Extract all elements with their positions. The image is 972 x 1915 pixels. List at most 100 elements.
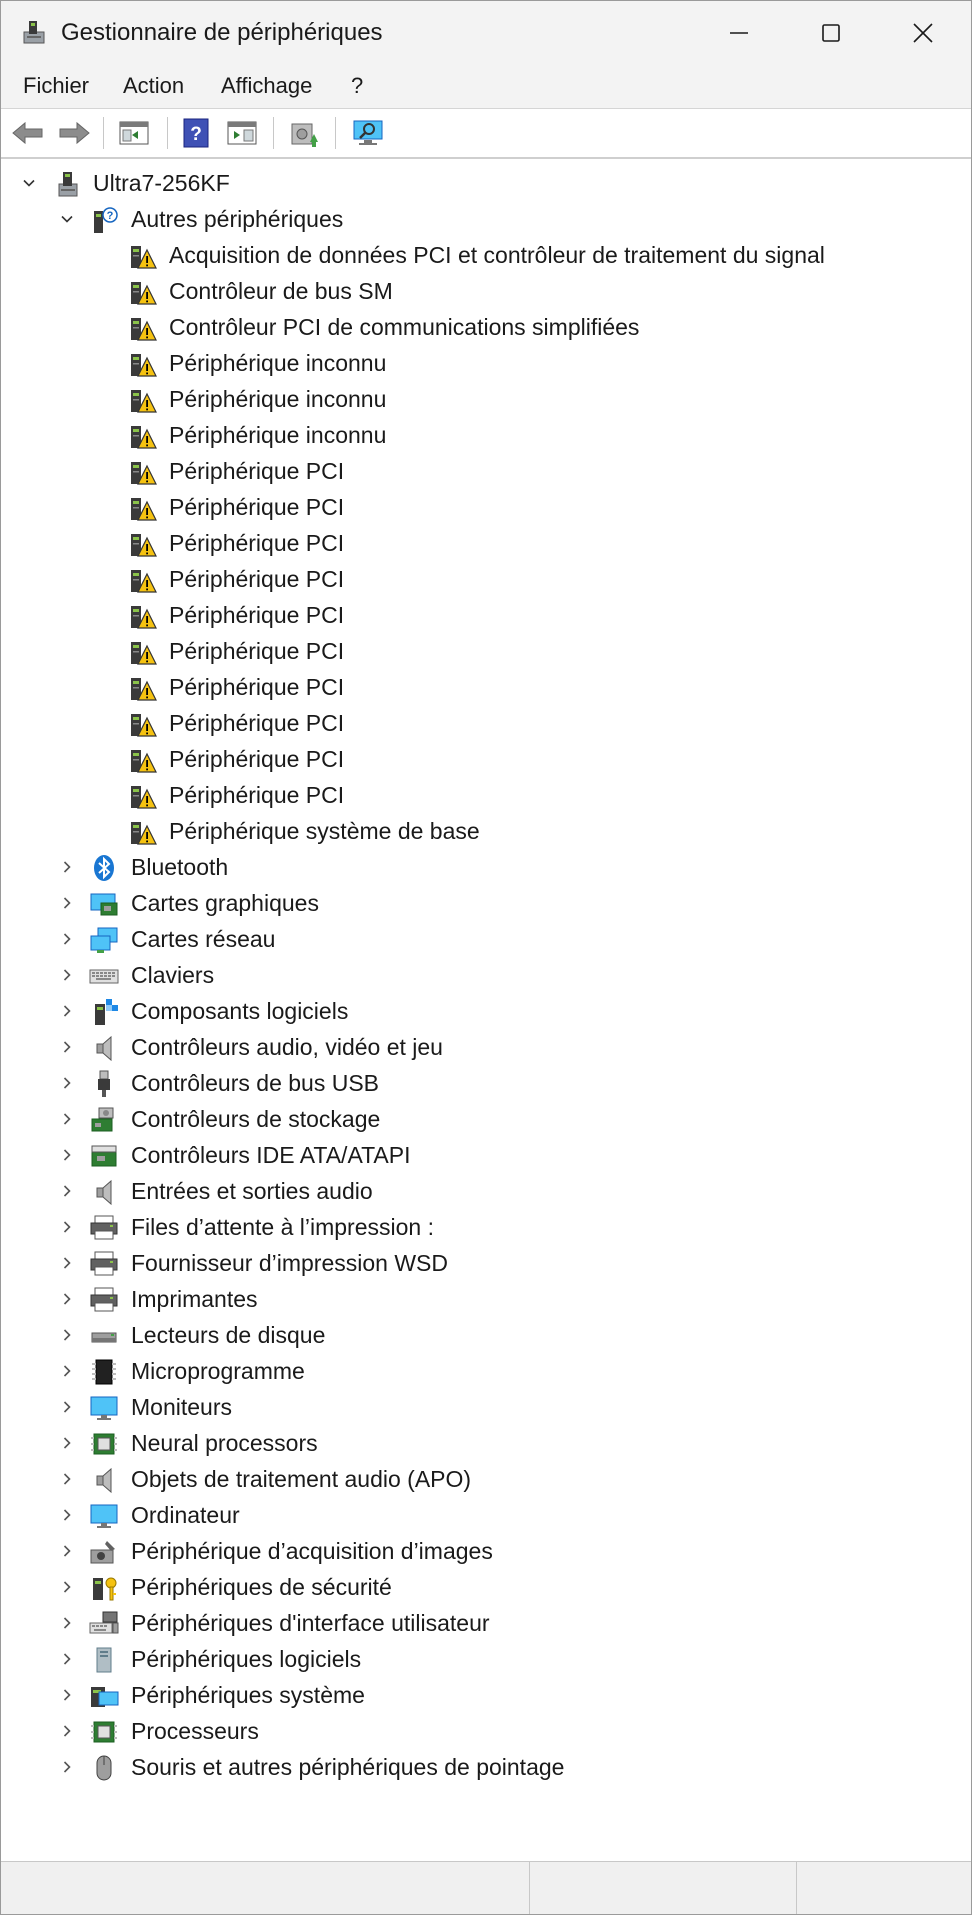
- expand-toggle[interactable]: [55, 927, 79, 951]
- tree-item-label: Souris et autres périphériques de pointa…: [131, 1754, 565, 1780]
- expand-toggle[interactable]: [55, 891, 79, 915]
- tree-category-item[interactable]: Périphériques système: [5, 1677, 965, 1713]
- tree-category-item[interactable]: Imprimantes: [5, 1281, 965, 1317]
- tree-device-item[interactable]: Acquisition de données PCI et contrôleur…: [5, 237, 965, 273]
- tree-device-item[interactable]: Périphérique inconnu: [5, 417, 965, 453]
- tree-category-item[interactable]: Contrôleurs IDE ATA/ATAPI: [5, 1137, 965, 1173]
- tree-category-item[interactable]: Contrôleurs de stockage: [5, 1101, 965, 1137]
- expand-toggle[interactable]: [55, 1467, 79, 1491]
- tree-category-item[interactable]: Bluetooth: [5, 849, 965, 885]
- tree-category-item[interactable]: Objets de traitement audio (APO): [5, 1461, 965, 1497]
- expand-toggle[interactable]: [55, 1107, 79, 1131]
- tree-category-item[interactable]: Files d’attente à l’impression :: [5, 1209, 965, 1245]
- expand-toggle[interactable]: [55, 1179, 79, 1203]
- tree-category-item[interactable]: Processeurs: [5, 1713, 965, 1749]
- update-driver-button[interactable]: [285, 117, 323, 149]
- expand-toggle[interactable]: [55, 1071, 79, 1095]
- tree-device-item[interactable]: Périphérique PCI: [5, 561, 965, 597]
- tree-category-item[interactable]: Ordinateur: [5, 1497, 965, 1533]
- tree-device-item[interactable]: Périphérique inconnu: [5, 345, 965, 381]
- expand-toggle[interactable]: [55, 207, 79, 231]
- tree-category-item[interactable]: Périphériques d'interface utilisateur: [5, 1605, 965, 1641]
- close-icon: [913, 22, 933, 43]
- tree-category-item[interactable]: Contrôleurs de bus USB: [5, 1065, 965, 1101]
- menu-fichier[interactable]: Fichier: [19, 73, 93, 99]
- expand-toggle[interactable]: [55, 1575, 79, 1599]
- tree-category-item[interactable]: Périphérique d’acquisition d’images: [5, 1533, 965, 1569]
- forward-button[interactable]: [55, 117, 93, 149]
- tree-category-item[interactable]: Lecteurs de disque: [5, 1317, 965, 1353]
- expand-toggle[interactable]: [55, 855, 79, 879]
- expand-toggle[interactable]: [55, 1503, 79, 1527]
- tree-device-item[interactable]: Périphérique PCI: [5, 489, 965, 525]
- chevron-down-icon: [23, 179, 35, 187]
- expand-toggle[interactable]: [55, 1647, 79, 1671]
- close-button[interactable]: [877, 1, 969, 64]
- expand-toggle[interactable]: [17, 171, 41, 195]
- maximize-button[interactable]: [785, 1, 877, 64]
- expand-toggle[interactable]: [55, 1395, 79, 1419]
- expand-toggle[interactable]: [55, 1359, 79, 1383]
- action-pane-button[interactable]: [223, 117, 261, 149]
- tree-device-item[interactable]: Périphérique PCI: [5, 633, 965, 669]
- menu-help[interactable]: ?: [347, 73, 367, 99]
- tree-category-item[interactable]: Entrées et sorties audio: [5, 1173, 965, 1209]
- menu-action[interactable]: Action: [119, 73, 188, 99]
- tree-category-item[interactable]: Microprogramme: [5, 1353, 965, 1389]
- menu-affichage[interactable]: Affichage: [217, 73, 316, 99]
- scan-hardware-button[interactable]: [349, 117, 387, 149]
- warning-device-icon: [131, 570, 157, 593]
- expand-toggle[interactable]: [55, 999, 79, 1023]
- expand-toggle[interactable]: [55, 1539, 79, 1563]
- expand-toggle[interactable]: [55, 1035, 79, 1059]
- expand-toggle[interactable]: [55, 963, 79, 987]
- toolbar-separator: [167, 117, 168, 149]
- expand-toggle[interactable]: [55, 1215, 79, 1239]
- tree-device-item[interactable]: Périphérique inconnu: [5, 381, 965, 417]
- help-button[interactable]: ?: [177, 117, 215, 149]
- chevron-right-icon: [63, 1509, 71, 1521]
- expand-toggle[interactable]: [55, 1287, 79, 1311]
- tree-category-item[interactable]: Souris et autres périphériques de pointa…: [5, 1749, 965, 1785]
- tree-root-item[interactable]: Ultra7-256KF: [5, 165, 965, 201]
- expand-toggle[interactable]: [55, 1755, 79, 1779]
- tree-device-item[interactable]: Périphérique PCI: [5, 597, 965, 633]
- show-hide-console-tree-button[interactable]: [115, 117, 153, 149]
- tree-category-item[interactable]: Claviers: [5, 957, 965, 993]
- minimize-button[interactable]: [693, 1, 785, 64]
- tree-device-item[interactable]: Périphérique PCI: [5, 453, 965, 489]
- chevron-right-icon: [63, 1401, 71, 1413]
- software-component-icon: [95, 999, 118, 1025]
- warning-device-icon: [131, 786, 157, 809]
- tree-category-item[interactable]: Cartes réseau: [5, 921, 965, 957]
- tree-category-item[interactable]: Contrôleurs audio, vidéo et jeu: [5, 1029, 965, 1065]
- expand-toggle[interactable]: [55, 1683, 79, 1707]
- tree-category-item[interactable]: Fournisseur d’impression WSD: [5, 1245, 965, 1281]
- tree-device-item[interactable]: Contrôleur de bus SM: [5, 273, 965, 309]
- tree-category-item[interactable]: Composants logiciels: [5, 993, 965, 1029]
- tree-item-label: Contrôleurs de bus USB: [131, 1070, 380, 1096]
- tree-device-item[interactable]: Périphérique système de base: [5, 813, 965, 849]
- device-tree[interactable]: Ultra7-256KF? Autres périphériques Acquisi…: [5, 165, 967, 1855]
- tree-category-item[interactable]: Cartes graphiques: [5, 885, 965, 921]
- expand-toggle[interactable]: [55, 1323, 79, 1347]
- expand-toggle[interactable]: [55, 1719, 79, 1743]
- tree-device-item[interactable]: Contrôleur PCI de communications simplif…: [5, 309, 965, 345]
- tree-device-item[interactable]: Périphérique PCI: [5, 741, 965, 777]
- expand-toggle[interactable]: [55, 1251, 79, 1275]
- tree-category-item[interactable]: Périphériques de sécurité: [5, 1569, 965, 1605]
- tree-item-label: Périphérique PCI: [169, 782, 345, 808]
- tree-category-item[interactable]: Périphériques logiciels: [5, 1641, 965, 1677]
- tree-item-label: Lecteurs de disque: [131, 1322, 326, 1348]
- tree-device-item[interactable]: Périphérique PCI: [5, 705, 965, 741]
- tree-device-item[interactable]: Périphérique PCI: [5, 669, 965, 705]
- expand-toggle[interactable]: [55, 1143, 79, 1167]
- tree-device-item[interactable]: Périphérique PCI: [5, 525, 965, 561]
- expand-toggle[interactable]: [55, 1611, 79, 1635]
- back-button[interactable]: [9, 117, 47, 149]
- tree-device-item[interactable]: Périphérique PCI: [5, 777, 965, 813]
- tree-category-item[interactable]: Neural processors: [5, 1425, 965, 1461]
- expand-toggle[interactable]: [55, 1431, 79, 1455]
- tree-category-item[interactable]: Moniteurs: [5, 1389, 965, 1425]
- tree-category-item[interactable]: ? Autres périphériques: [5, 201, 965, 237]
